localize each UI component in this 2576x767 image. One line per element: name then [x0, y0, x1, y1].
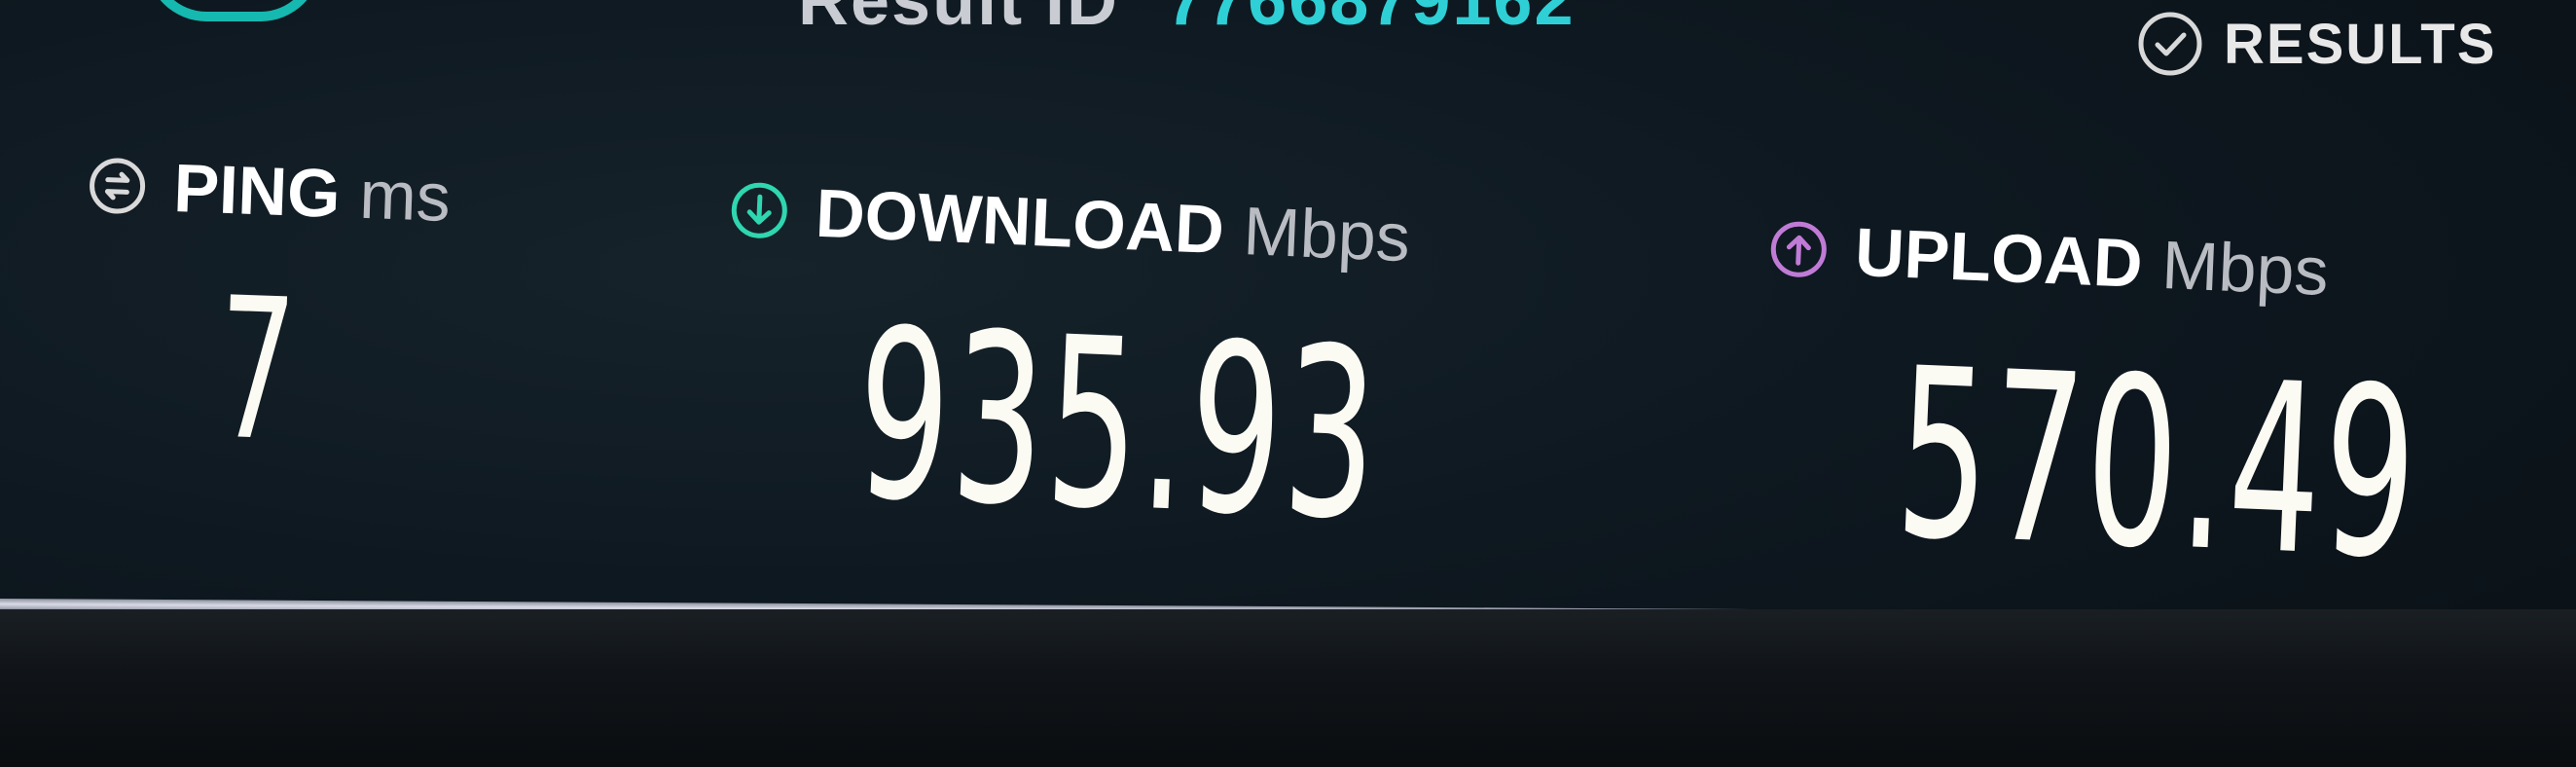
result-id-value[interactable]: 7766879162	[1166, 0, 1575, 40]
ping-header: PING ms	[87, 146, 452, 237]
download-arrow-icon	[729, 180, 789, 240]
upload-header: UPLOAD Mbps	[1768, 209, 2331, 310]
upload-label: UPLOAD	[1853, 213, 2145, 302]
monitor-bezel	[0, 609, 2576, 767]
download-value: 935.93	[852, 277, 1385, 572]
upload-arrow-icon	[1768, 219, 1829, 279]
ping-unit: ms	[358, 156, 453, 236]
download-metric: DOWNLOAD Mbps 935.93	[729, 170, 1412, 572]
ping-value: 7	[214, 255, 302, 486]
upload-metric: UPLOAD Mbps 570.49	[1768, 209, 2424, 611]
checkmark-circle-icon	[2136, 10, 2204, 78]
results-button[interactable]: RESULTS	[2136, 0, 2496, 88]
upload-unit: Mbps	[2159, 226, 2331, 310]
ping-label: PING	[172, 150, 342, 232]
upload-value: 570.49	[1891, 316, 2424, 611]
result-id-label: Result ID	[798, 0, 1120, 40]
result-id[interactable]: Result ID 7766879162	[798, 0, 1576, 41]
ping-metric: PING ms 7	[87, 146, 452, 486]
ping-icon	[88, 156, 148, 216]
download-header: DOWNLOAD Mbps	[729, 170, 1412, 276]
results-label: RESULTS	[2224, 12, 2497, 76]
logo-mark	[146, 0, 321, 21]
download-label: DOWNLOAD	[814, 174, 1226, 269]
download-unit: Mbps	[1242, 193, 1412, 276]
